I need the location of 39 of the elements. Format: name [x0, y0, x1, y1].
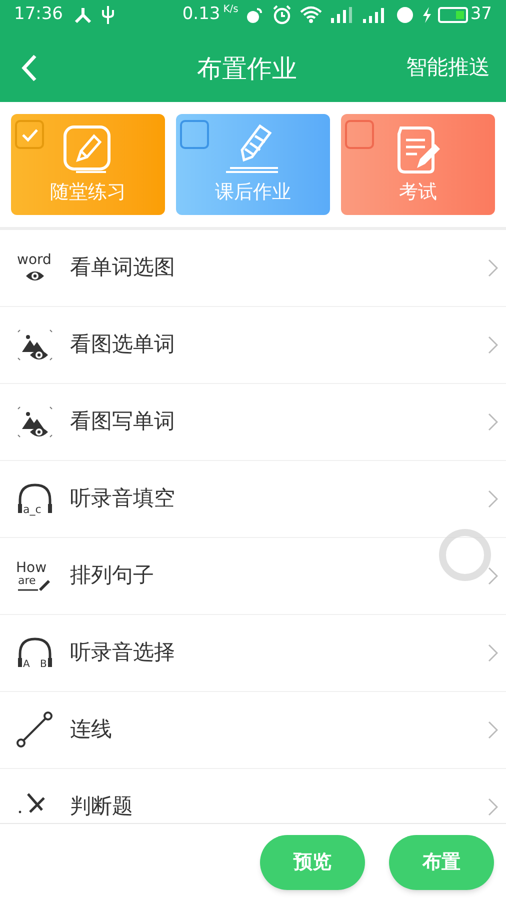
question-type-row[interactable]: a_c 听录音填空 — [0, 461, 506, 538]
question-type-row[interactable]: 看图写单词 — [0, 384, 506, 461]
usb-icon — [101, 5, 115, 25]
question-type-row[interactable]: 看图选单词 — [0, 307, 506, 384]
chevron-right-icon — [488, 798, 498, 816]
checkbox[interactable] — [180, 120, 209, 149]
hd-icon — [396, 6, 414, 24]
chevron-right-icon — [488, 490, 498, 508]
chevron-right-icon — [488, 644, 498, 662]
picture-eye-icon — [16, 405, 54, 439]
alarm-icon — [272, 5, 292, 25]
chevron-right-icon — [488, 567, 498, 585]
chevron-right-icon — [488, 259, 498, 277]
chevron-right-icon — [488, 721, 498, 739]
charging-icon — [422, 7, 432, 23]
checkbox[interactable] — [345, 120, 374, 149]
question-type-row[interactable]: A B 听录音选择 — [0, 615, 506, 692]
back-icon[interactable] — [20, 54, 38, 82]
network-icon — [73, 6, 93, 24]
chevron-right-icon — [488, 336, 498, 354]
connector-line-icon — [16, 711, 54, 749]
status-time: 17:36 — [14, 3, 63, 26]
check-icon — [20, 128, 38, 142]
chevron-right-icon — [488, 413, 498, 431]
floating-button[interactable] — [439, 529, 491, 581]
question-type-row[interactable]: How are 排列句子 — [0, 538, 506, 615]
page-title: 布置作业 — [197, 53, 297, 85]
battery-icon — [438, 7, 468, 23]
satellite-icon — [246, 6, 264, 24]
speed-unit: K/s — [223, 3, 238, 18]
question-type-row[interactable]: word 看单词选图 — [0, 230, 506, 307]
signal-icon — [330, 6, 354, 24]
network-speed: 0.13 — [182, 3, 220, 26]
picture-eye-icon — [16, 328, 54, 362]
battery-percent: 37 — [470, 3, 492, 26]
wifi-icon — [300, 6, 322, 24]
question-type-row[interactable]: 连线 — [0, 692, 506, 769]
document-pen-icon — [395, 124, 441, 174]
checkbox[interactable] — [15, 120, 44, 149]
